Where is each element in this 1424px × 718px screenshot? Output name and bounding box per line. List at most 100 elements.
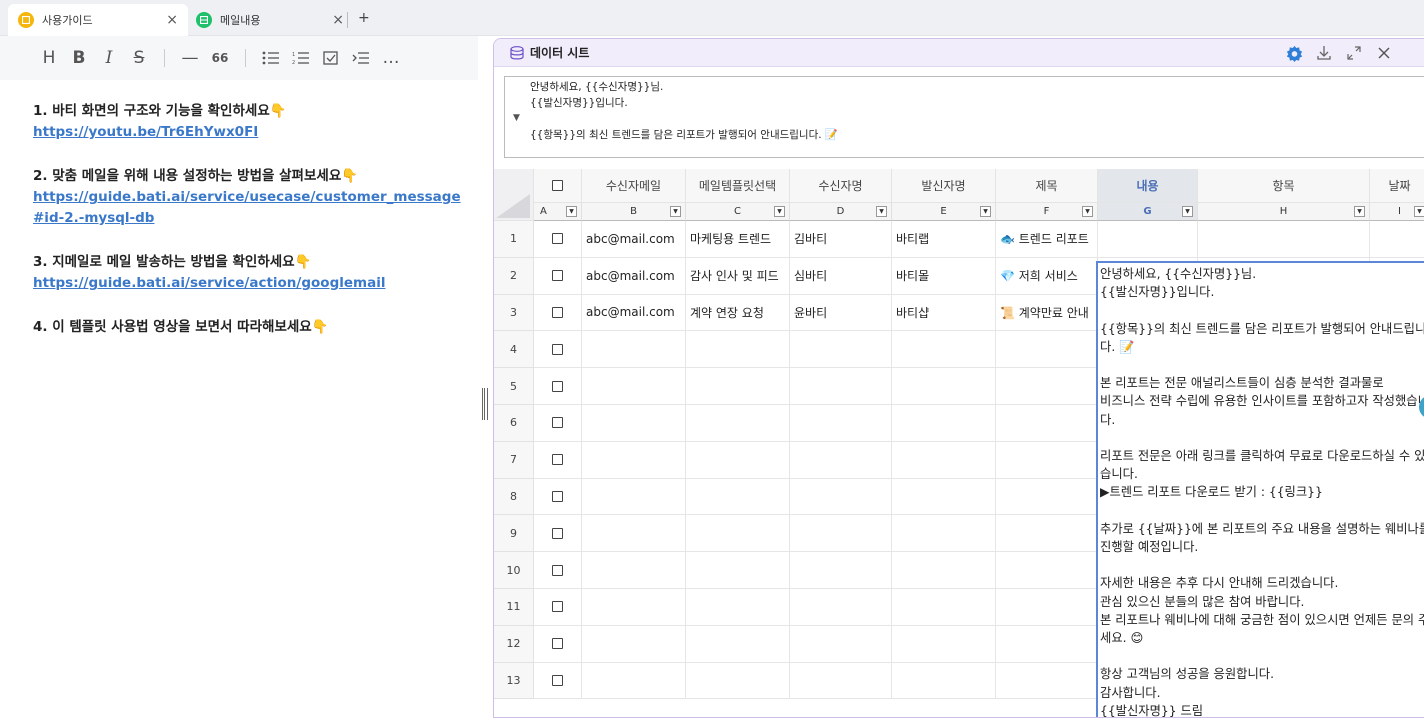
cell-d11[interactable] — [790, 589, 892, 626]
row-checkbox[interactable] — [552, 380, 563, 392]
row-checkbox[interactable] — [552, 527, 563, 539]
cell-c2[interactable]: 감사 인사 및 피드 — [686, 257, 790, 295]
row-header[interactable]: 13 — [494, 662, 534, 700]
cell-a2[interactable] — [534, 257, 582, 295]
cell-c12[interactable] — [686, 625, 790, 663]
select-all-corner[interactable] — [494, 169, 534, 221]
cell-a10[interactable] — [534, 552, 582, 589]
cell-c7[interactable] — [686, 441, 790, 479]
cell-b13[interactable] — [582, 662, 686, 700]
cell-g1[interactable] — [1098, 221, 1198, 258]
cell-a4[interactable] — [534, 331, 582, 369]
select-all-checkbox[interactable] — [552, 180, 563, 191]
column-header-b[interactable]: 수신자메일 — [582, 169, 686, 203]
cell-b12[interactable] — [582, 625, 686, 663]
cell-c8[interactable] — [686, 478, 790, 516]
cell-e7[interactable] — [892, 441, 996, 479]
cell-d7[interactable] — [790, 441, 892, 479]
cell-e6[interactable] — [892, 405, 996, 442]
cell-f4[interactable] — [996, 331, 1098, 369]
cell-e13[interactable] — [892, 662, 996, 700]
filter-dropdown-icon[interactable]: ▼ — [1182, 206, 1193, 217]
bulleted-list-icon[interactable] — [262, 46, 280, 70]
cell-d4[interactable] — [790, 331, 892, 369]
row-header[interactable]: 8 — [494, 478, 534, 516]
formula-text[interactable]: 안녕하세요, {{수신자명}}님. {{발신자명}}입니다. {{항목}}의 최… — [530, 79, 838, 143]
row-checkbox[interactable] — [552, 490, 563, 502]
formula-bar[interactable]: ▼ 안녕하세요, {{수신자명}}님. {{발신자명}}입니다. {{항목}}의… — [504, 76, 1424, 158]
cell-h1[interactable] — [1198, 221, 1370, 258]
guide-item-link[interactable]: https://youtu.be/Tr6EhYwx0FI — [33, 122, 463, 143]
cell-b6[interactable] — [582, 405, 686, 442]
cell-a13[interactable] — [534, 662, 582, 700]
cell-a8[interactable] — [534, 478, 582, 516]
cell-b5[interactable] — [582, 368, 686, 405]
row-header[interactable]: 4 — [494, 331, 534, 369]
cell-b2[interactable]: abc@mail.com — [582, 257, 686, 295]
column-header-d[interactable]: 수신자명 — [790, 169, 892, 203]
cell-c6[interactable] — [686, 405, 790, 442]
heading-button[interactable]: H — [40, 46, 58, 70]
expand-icon[interactable] — [1344, 43, 1364, 63]
cell-b8[interactable] — [582, 478, 686, 516]
cell-f5[interactable] — [996, 368, 1098, 405]
cell-a3[interactable] — [534, 294, 582, 332]
cell-d10[interactable] — [790, 552, 892, 589]
guide-item-link[interactable]: https://guide.bati.ai/service/action/goo… — [33, 273, 463, 294]
cell-a5[interactable] — [534, 368, 582, 405]
column-header-e[interactable]: 발신자명 — [892, 169, 996, 203]
cell-c5[interactable] — [686, 368, 790, 405]
cell-b10[interactable] — [582, 552, 686, 589]
cell-a12[interactable] — [534, 625, 582, 663]
column-header-h[interactable]: 항목 — [1198, 169, 1370, 203]
row-checkbox[interactable] — [552, 638, 563, 650]
cell-f13[interactable] — [996, 662, 1098, 700]
cell-f12[interactable] — [996, 625, 1098, 663]
cell-i1[interactable] — [1370, 221, 1424, 258]
row-checkbox[interactable] — [552, 233, 563, 245]
cell-c9[interactable] — [686, 515, 790, 553]
cell-b11[interactable] — [582, 589, 686, 626]
cell-a7[interactable] — [534, 441, 582, 479]
cell-e10[interactable] — [892, 552, 996, 589]
cell-b3[interactable]: abc@mail.com — [582, 294, 686, 332]
cell-c1[interactable]: 마케팅용 트렌드 — [686, 221, 790, 258]
cell-b4[interactable] — [582, 331, 686, 369]
cell-c11[interactable] — [686, 589, 790, 626]
row-header[interactable]: 12 — [494, 625, 534, 663]
filter-dropdown-icon[interactable]: ▼ — [774, 206, 785, 217]
bold-button[interactable]: B — [70, 46, 88, 70]
cell-e2[interactable]: 바티몰 — [892, 257, 996, 295]
chevron-down-icon[interactable]: ▼ — [513, 113, 520, 123]
column-header-c[interactable]: 메일템플릿선택 — [686, 169, 790, 203]
filter-dropdown-icon[interactable]: ▼ — [876, 206, 887, 217]
row-checkbox[interactable] — [552, 454, 563, 466]
cell-f10[interactable] — [996, 552, 1098, 589]
row-header[interactable]: 7 — [494, 441, 534, 479]
cell-f11[interactable] — [996, 589, 1098, 626]
cell-f9[interactable] — [996, 515, 1098, 553]
tab-mail-content[interactable]: 메일내용 × — [186, 4, 354, 36]
close-icon[interactable]: × — [332, 12, 344, 28]
cell-editor-content[interactable]: 안녕하세요, {{수신자명}}님. {{발신자명}}입니다. {{항목}}의 최… — [1096, 261, 1424, 717]
italic-button[interactable]: I — [100, 46, 118, 70]
cell-d9[interactable] — [790, 515, 892, 553]
filter-dropdown-icon[interactable]: ▼ — [980, 206, 991, 217]
cell-d12[interactable] — [790, 625, 892, 663]
row-checkbox[interactable] — [552, 674, 563, 686]
column-header-i[interactable]: 날짜 — [1370, 169, 1424, 203]
filter-dropdown-icon[interactable]: ▼ — [670, 206, 681, 217]
cell-b7[interactable] — [582, 441, 686, 479]
tab-usage-guide[interactable]: 사용가이드 × — [8, 4, 188, 36]
cell-c13[interactable] — [686, 662, 790, 700]
cell-f3[interactable]: 📜 계약만료 안내 — [996, 294, 1098, 332]
cell-a1[interactable] — [534, 221, 582, 258]
strikethrough-button[interactable]: S — [130, 46, 148, 70]
row-header[interactable]: 5 — [494, 368, 534, 405]
cell-c3[interactable]: 계약 연장 요청 — [686, 294, 790, 332]
pane-resize-handle[interactable] — [482, 388, 488, 420]
filter-dropdown-icon[interactable]: ▼ — [566, 206, 577, 217]
cell-e8[interactable] — [892, 478, 996, 516]
cell-a11[interactable] — [534, 589, 582, 626]
cell-e4[interactable] — [892, 331, 996, 369]
